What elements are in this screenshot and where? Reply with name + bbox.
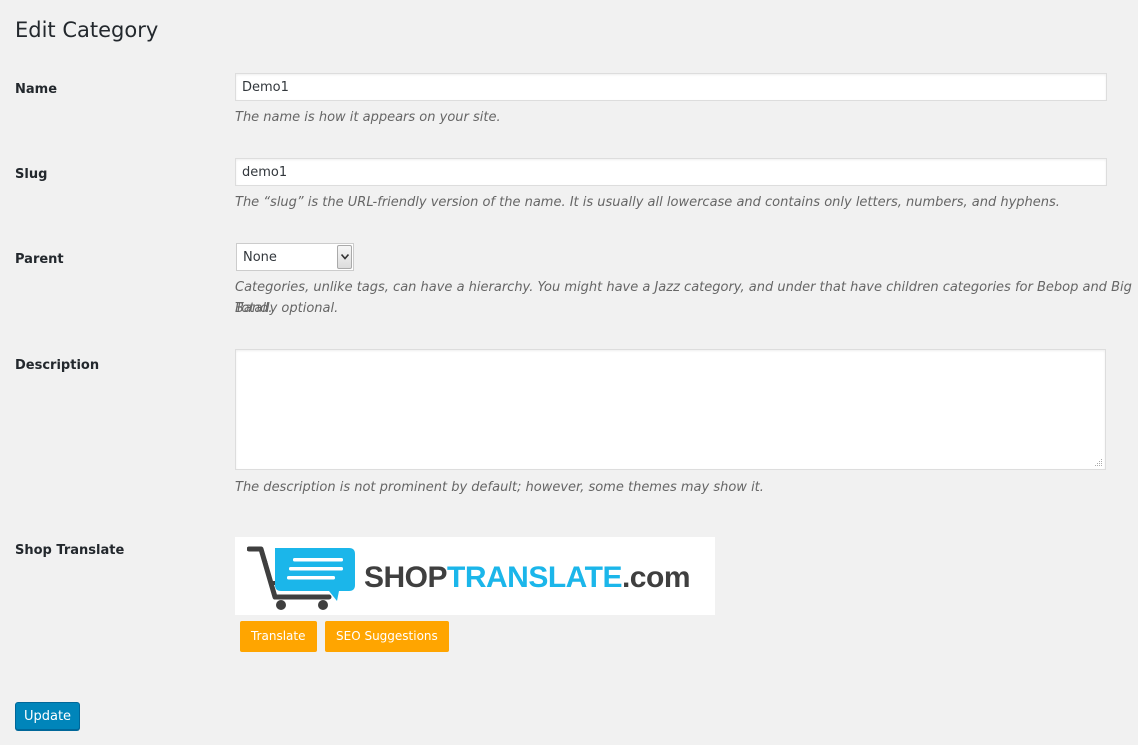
resize-grip-icon[interactable] xyxy=(1093,457,1103,467)
slug-input[interactable] xyxy=(235,158,1107,186)
parent-select-value: None xyxy=(243,250,277,265)
shop-translate-label: Shop Translate xyxy=(15,543,125,558)
seo-suggestions-button[interactable]: SEO Suggestions xyxy=(325,621,449,652)
logo-shop-text: SHOP xyxy=(364,561,448,594)
shoptranslate-logo: SHOPTRANSLATE.com xyxy=(235,537,715,615)
page-title: Edit Category xyxy=(15,18,159,42)
description-textarea[interactable] xyxy=(235,349,1106,470)
chevron-down-icon[interactable] xyxy=(337,245,352,269)
parent-select[interactable]: None xyxy=(236,243,354,271)
logo-wordmark: SHOPTRANSLATE.com xyxy=(364,561,691,595)
parent-label: Parent xyxy=(15,252,64,267)
name-description: The name is how it appears on your site. xyxy=(235,110,501,125)
logo-translate-text: TRANSLATE xyxy=(447,561,622,594)
slug-description: The “slug” is the URL-friendly version o… xyxy=(235,195,1060,210)
shopping-cart-chat-icon xyxy=(247,546,355,610)
translate-button[interactable]: Translate xyxy=(240,621,317,652)
slug-label: Slug xyxy=(15,167,48,182)
update-button[interactable]: Update xyxy=(15,702,80,730)
parent-description-line2: Totally optional. xyxy=(235,301,339,316)
description-label: Description xyxy=(15,358,100,373)
logo-com-text: .com xyxy=(621,561,691,594)
name-label: Name xyxy=(15,82,58,97)
name-input[interactable] xyxy=(235,73,1107,101)
description-help: The description is not prominent by defa… xyxy=(235,480,764,495)
